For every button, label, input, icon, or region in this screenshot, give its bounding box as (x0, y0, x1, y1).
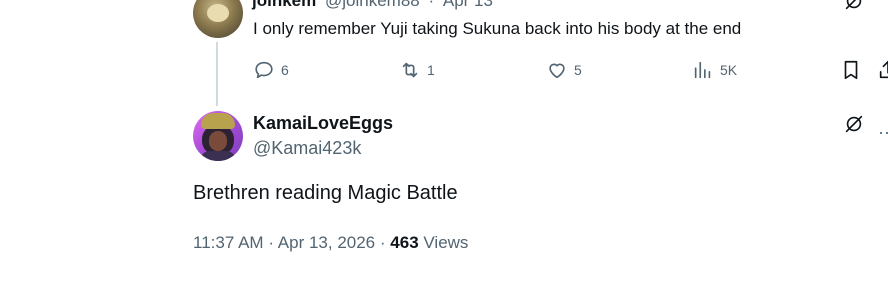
share-icon (879, 60, 888, 79)
parent-display-name[interactable]: joinkem (252, 0, 316, 10)
tweet-time[interactable]: 11:37 AM (193, 233, 264, 252)
repost-icon (402, 62, 418, 78)
avatar-shirt (200, 151, 236, 161)
tweet-date[interactable]: Apr 13, 2026 (278, 233, 375, 252)
author-handle[interactable]: @Kamai423k (253, 138, 361, 159)
reply-count: 6 (281, 62, 289, 78)
like-button[interactable]: 5 (546, 58, 582, 82)
parent-handle[interactable]: @joinkem88 (325, 0, 420, 10)
repost-count: 1 (427, 62, 435, 78)
reply-button[interactable]: 6 (253, 58, 289, 82)
tweet-meta: 11:37 AM · Apr 13, 2026 · 463 Views (193, 233, 468, 253)
author-avatar[interactable] (193, 111, 243, 161)
parent-grok-button[interactable] (843, 0, 865, 17)
views-count: 5K (720, 62, 738, 78)
bookmark-button[interactable] (840, 58, 862, 82)
tweet-text: Brethren reading Magic Battle (193, 182, 458, 204)
reply-icon (255, 61, 273, 79)
parent-tweet-text: I only remember Yuji taking Sukuna back … (253, 19, 742, 38)
more-button[interactable]: ·· (878, 122, 888, 143)
parent-date[interactable]: Apr 13 (443, 0, 493, 10)
views-button[interactable]: 5K (692, 58, 737, 82)
repost-button[interactable]: 1 (399, 58, 435, 82)
heart-icon (549, 63, 565, 79)
avatar-face (209, 131, 227, 151)
avatar-image (207, 4, 229, 22)
more-icon: ·· (878, 122, 888, 142)
avatar-hat (201, 113, 235, 129)
meta-separator: · (379, 233, 386, 252)
parent-avatar[interactable] (193, 0, 243, 38)
meta-separator: · (268, 233, 274, 252)
parent-tweet-header: joinkem @joinkem88 · Apr 13 (252, 0, 493, 11)
bookmark-icon (844, 60, 858, 80)
tweet-view-count: 463 (390, 233, 419, 252)
grok-icon (845, 115, 863, 133)
author-display-name[interactable]: KamaiLoveEggs (253, 113, 393, 134)
thread-connector-line (216, 42, 218, 106)
like-count: 5 (574, 62, 582, 78)
grok-button[interactable] (843, 113, 865, 140)
views-chart-icon (694, 61, 711, 79)
tweet-views-label: Views (423, 233, 469, 252)
share-button[interactable] (877, 58, 888, 82)
grok-icon (845, 0, 862, 10)
header-separator: · (428, 0, 435, 10)
